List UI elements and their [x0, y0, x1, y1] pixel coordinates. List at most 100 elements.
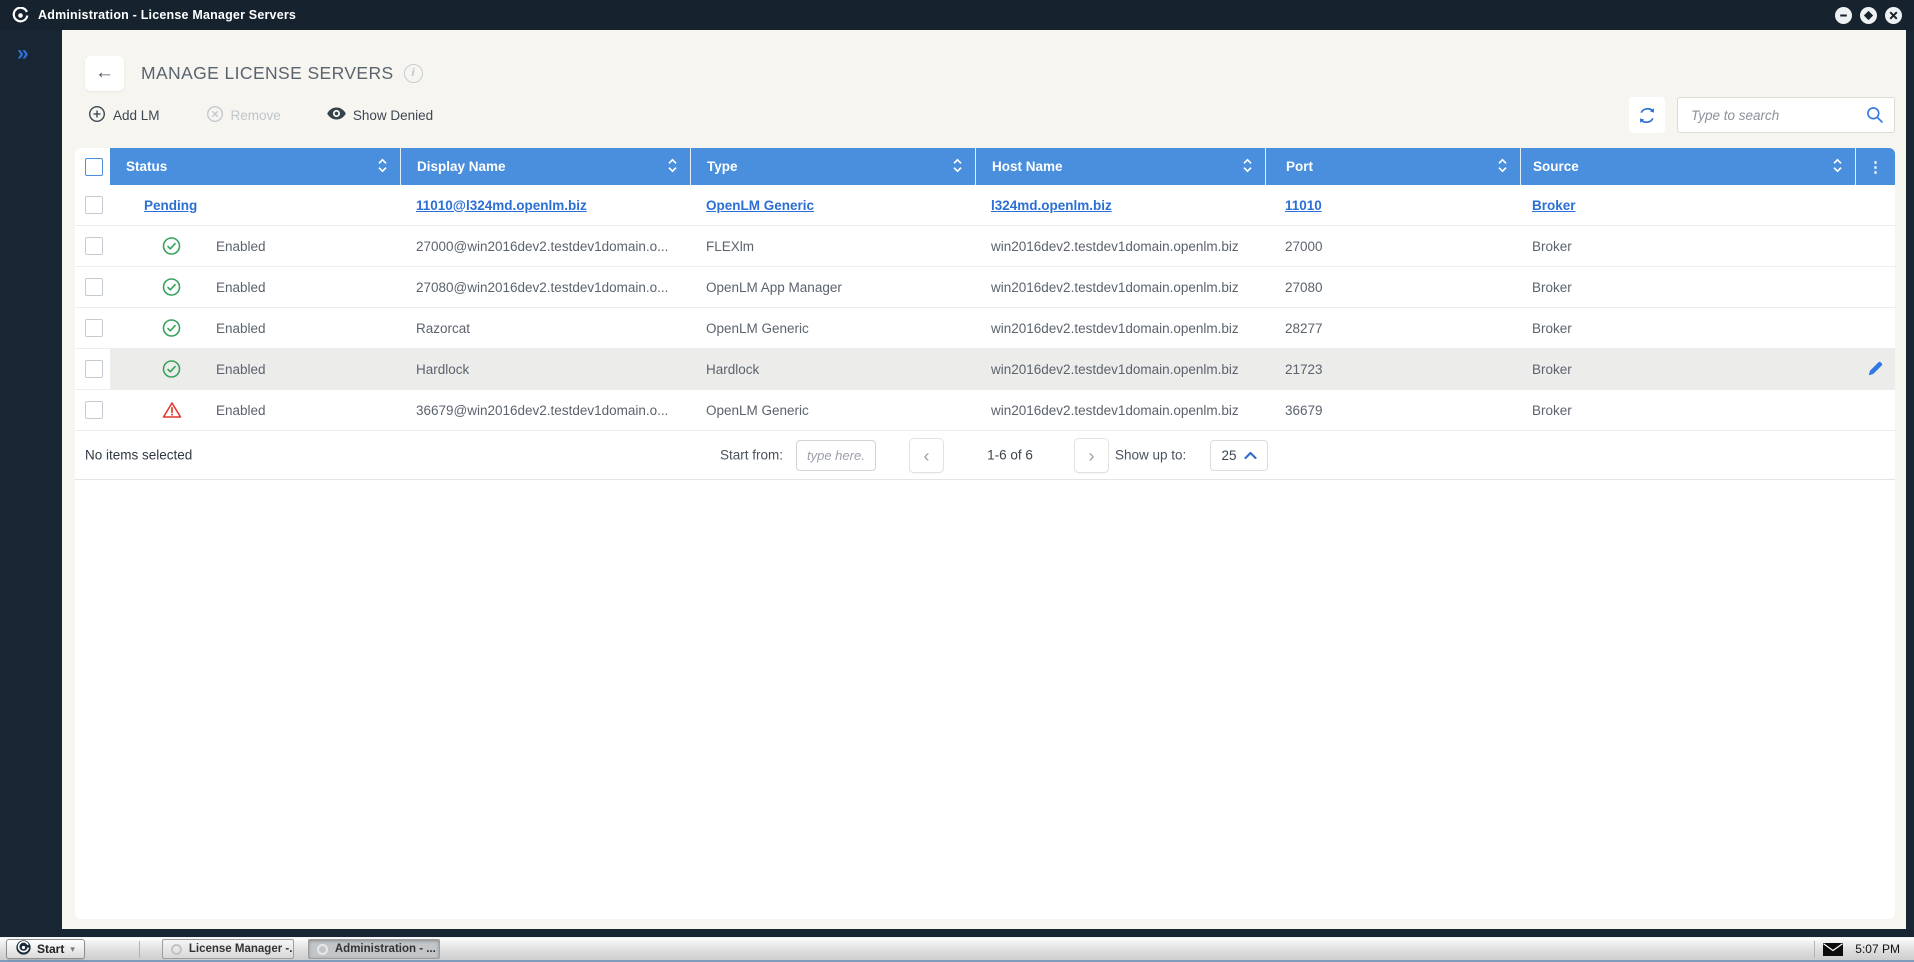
sort-icon[interactable] — [1497, 157, 1508, 176]
table-row[interactable]: Enabled 27000@win2016dev2.testdev1domain… — [75, 226, 1895, 267]
status-warning-icon — [162, 401, 182, 419]
start-button[interactable]: Start ▾ — [6, 939, 85, 959]
window-icon — [317, 944, 328, 955]
cell-host-name: win2016dev2.testdev1domain.openlm.biz — [975, 308, 1265, 348]
show-up-to-label: Show up to: — [1115, 448, 1186, 463]
cell-status: Enabled — [110, 308, 400, 348]
row-checkbox[interactable] — [85, 401, 103, 419]
row-checkbox-cell — [75, 267, 110, 307]
cell-status: Enabled — [110, 390, 400, 430]
column-header-status[interactable]: Status — [110, 148, 400, 185]
add-icon — [88, 105, 106, 126]
sort-icon[interactable] — [1242, 157, 1253, 176]
column-header-source[interactable]: Source — [1520, 148, 1855, 185]
cell-status: Enabled — [110, 349, 400, 389]
minimize-button[interactable] — [1835, 7, 1852, 24]
table-row[interactable]: Enabled 36679@win2016dev2.testdev1domain… — [75, 390, 1895, 431]
cell-actions — [1855, 267, 1895, 307]
page-size-select[interactable]: 25 — [1210, 440, 1268, 471]
cell-display-name: Hardlock — [400, 349, 690, 389]
row-checkbox[interactable] — [85, 360, 103, 378]
cell-display-name: 36679@win2016dev2.testdev1domain.o... — [400, 390, 690, 430]
mail-tray-icon[interactable] — [1823, 943, 1843, 956]
edit-pencil-icon[interactable] — [1866, 360, 1884, 378]
column-options-button[interactable]: ⋮ — [1855, 148, 1895, 185]
next-page-button[interactable]: › — [1074, 438, 1109, 473]
sidebar-expand-icon[interactable]: » — [17, 43, 27, 64]
search-input[interactable] — [1677, 97, 1895, 133]
info-icon[interactable]: i — [404, 64, 423, 83]
column-header-display-name[interactable]: Display Name — [400, 148, 690, 185]
row-checkbox[interactable] — [85, 237, 103, 255]
table-row[interactable]: Pending 11010@l324md.openlm.biz OpenLM G… — [75, 185, 1895, 226]
status-ok-icon — [162, 319, 181, 338]
app-logo-icon — [12, 7, 29, 24]
cell-host-name: win2016dev2.testdev1domain.openlm.biz — [975, 390, 1265, 430]
search-icon[interactable] — [1866, 106, 1884, 129]
cell-actions — [1855, 226, 1895, 266]
cell-port: 28277 — [1265, 308, 1520, 348]
cell-actions — [1855, 390, 1895, 430]
toolbar: Add LM Remove Show Denied — [88, 94, 1895, 136]
cell-source: Broker — [1520, 390, 1855, 430]
taskbar-separator — [1814, 941, 1815, 958]
table-row[interactable]: Enabled Hardlock Hardlock win2016dev2.te… — [75, 349, 1895, 390]
cell-actions — [1855, 349, 1895, 389]
refresh-button[interactable] — [1629, 97, 1665, 133]
table-row[interactable]: Enabled 27080@win2016dev2.testdev1domain… — [75, 267, 1895, 308]
remove-button[interactable]: Remove — [206, 105, 281, 126]
taskbar-item-administration[interactable]: Administration - ... — [308, 939, 440, 959]
refresh-icon — [1637, 107, 1657, 124]
header-checkbox-cell — [75, 148, 110, 185]
sort-icon[interactable] — [667, 157, 678, 176]
cell-port: 27000 — [1265, 226, 1520, 266]
taskbar-item-license-manager[interactable]: License Manager -... — [162, 939, 294, 959]
sort-icon[interactable] — [1832, 157, 1843, 176]
remove-icon — [206, 105, 224, 126]
table-header: Status Display Name Type Host Name — [75, 148, 1895, 185]
select-all-checkbox[interactable] — [85, 158, 103, 176]
row-checkbox[interactable] — [85, 278, 103, 296]
page-header: ← MANAGE LICENSE SERVERS i — [85, 55, 423, 91]
page-range: 1-6 of 6 — [955, 448, 1065, 463]
cell-display-name: 27000@win2016dev2.testdev1domain.o... — [400, 226, 690, 266]
row-checkbox-cell — [75, 349, 110, 389]
search-box — [1677, 97, 1895, 133]
column-header-host-name[interactable]: Host Name — [975, 148, 1265, 185]
taskbar-tray: 5:07 PM — [1806, 941, 1914, 958]
row-checkbox-cell — [75, 390, 110, 430]
eye-icon — [327, 107, 346, 123]
toolbar-right — [1629, 97, 1895, 133]
cell-source: Broker — [1520, 308, 1855, 348]
cell-display-name: 11010@l324md.openlm.biz — [400, 185, 690, 225]
clock: 5:07 PM — [1855, 942, 1900, 956]
add-lm-button[interactable]: Add LM — [88, 105, 160, 126]
license-servers-table: Status Display Name Type Host Name — [75, 148, 1895, 919]
cell-display-name: 27080@win2016dev2.testdev1domain.o... — [400, 267, 690, 307]
taskbar-separator — [139, 941, 140, 958]
sort-icon[interactable] — [377, 157, 388, 176]
close-button[interactable] — [1885, 7, 1902, 24]
maximize-button[interactable] — [1860, 7, 1877, 24]
cell-host-name: l324md.openlm.biz — [975, 185, 1265, 225]
column-header-port[interactable]: Port — [1265, 148, 1520, 185]
row-checkbox[interactable] — [85, 196, 103, 214]
column-header-type[interactable]: Type — [690, 148, 975, 185]
show-denied-button[interactable]: Show Denied — [327, 107, 433, 123]
row-checkbox[interactable] — [85, 319, 103, 337]
sort-icon[interactable] — [952, 157, 963, 176]
table-row[interactable]: Enabled Razorcat OpenLM Generic win2016d… — [75, 308, 1895, 349]
start-from-input[interactable] — [796, 440, 876, 471]
status-ok-icon — [162, 237, 181, 256]
window-controls — [1835, 7, 1902, 24]
row-checkbox-cell — [75, 226, 110, 266]
cell-type: OpenLM Generic — [690, 308, 975, 348]
cell-status: Enabled — [110, 267, 400, 307]
table-body: Pending 11010@l324md.openlm.biz OpenLM G… — [75, 185, 1895, 431]
page-size-value: 25 — [1221, 448, 1236, 463]
cell-type: OpenLM Generic — [690, 390, 975, 430]
kebab-menu-icon: ⋮ — [1868, 158, 1883, 176]
row-checkbox-cell — [75, 185, 110, 225]
back-button[interactable]: ← — [85, 56, 124, 91]
previous-page-button[interactable]: ‹ — [909, 438, 944, 473]
